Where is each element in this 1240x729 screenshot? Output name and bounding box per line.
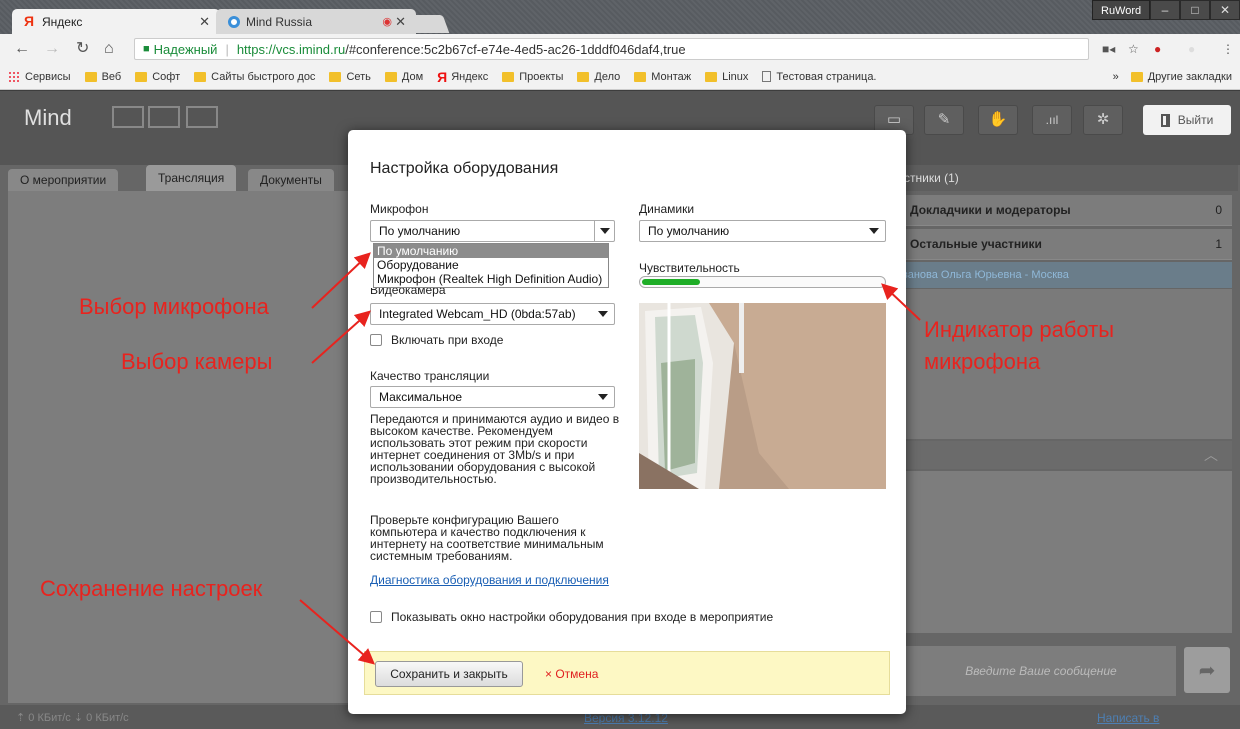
- annotation-arrows: [299, 252, 921, 665]
- arrow-to-mic-indicator: [881, 283, 921, 321]
- arrow-to-save-button: [299, 599, 376, 665]
- arrow-to-camera-select: [311, 310, 371, 364]
- arrow-to-mic-select: [311, 252, 371, 309]
